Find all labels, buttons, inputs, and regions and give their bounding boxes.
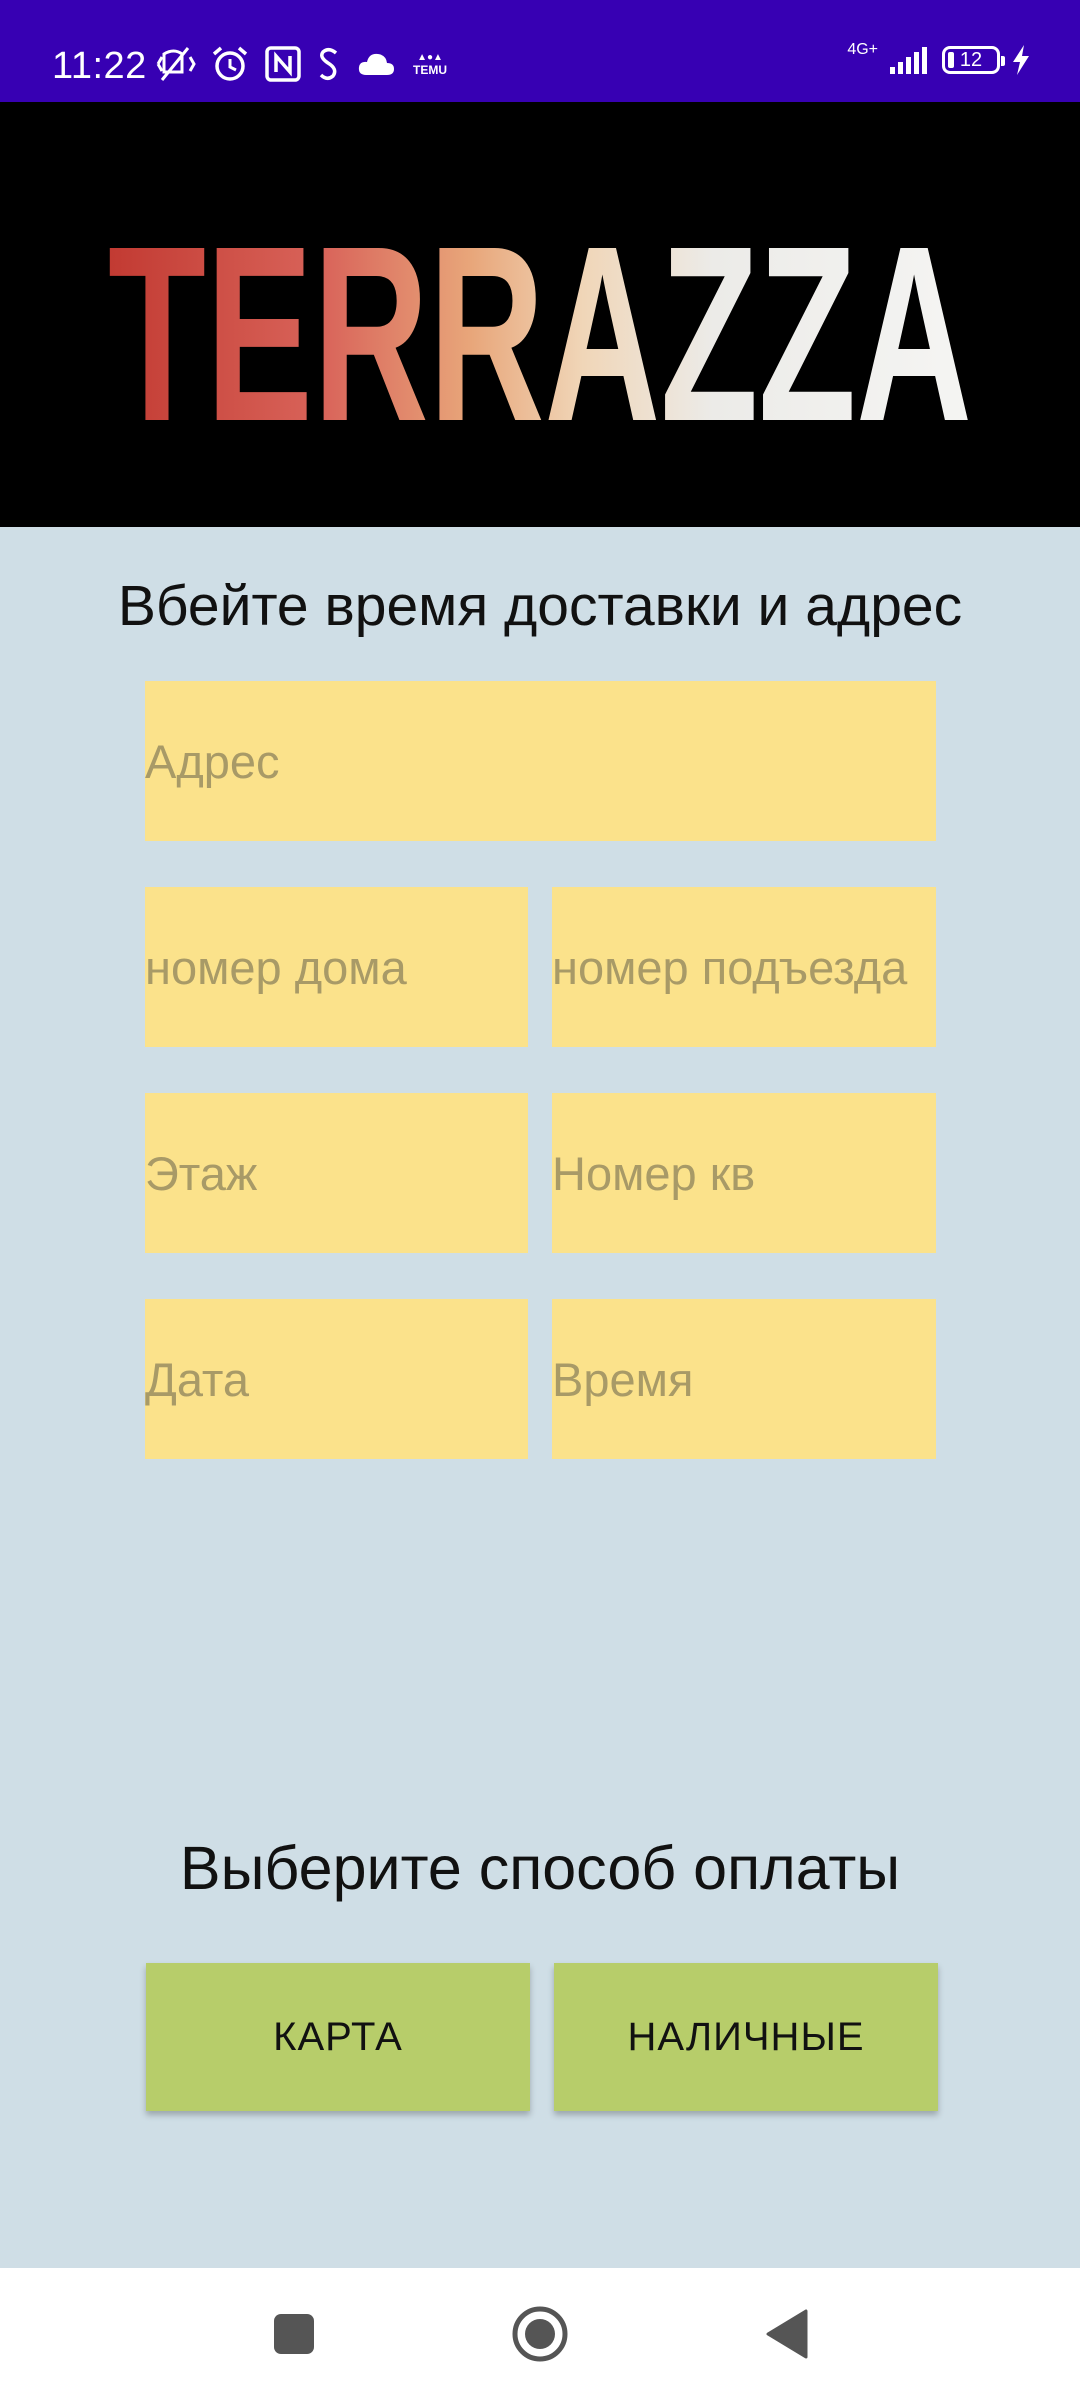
house-number-input[interactable] [145, 887, 528, 1047]
status-icons-right: 4G+ 12 [847, 41, 1032, 76]
recent-apps-icon [274, 2314, 314, 2354]
back-button[interactable] [726, 2268, 846, 2400]
delivery-screen: 11:22 ▲●▲ TEMU 4G+ 12 TERRAZZA Вбейте вр… [0, 0, 1080, 2400]
date-input[interactable] [145, 1299, 528, 1459]
delivery-heading: Вбейте время доставки и адрес [117, 574, 963, 638]
signal-icon [890, 47, 927, 74]
logo-text: TERRAZZA [108, 194, 972, 473]
entrance-number-input[interactable] [552, 887, 936, 1047]
temu-icon: ▲●▲ TEMU [410, 52, 450, 76]
header-banner: TERRAZZA [0, 102, 1080, 527]
nfc-icon [265, 46, 301, 82]
card-payment-button[interactable]: КАРТА [146, 1963, 530, 2111]
status-icons-left: ▲●▲ TEMU [152, 44, 450, 84]
sim-icon [319, 48, 338, 80]
navigation-bar [0, 2268, 1080, 2400]
status-bar: 11:22 ▲●▲ TEMU 4G+ 12 [0, 0, 1080, 102]
recent-apps-button[interactable] [234, 2268, 354, 2400]
cash-payment-button[interactable]: НАЛИЧНЫЕ [554, 1963, 938, 2111]
payment-heading: Выберите способ оплаты [179, 1834, 901, 1902]
battery-level: 12 [959, 49, 983, 71]
apartment-number-input[interactable] [552, 1093, 936, 1253]
status-time: 11:22 [52, 45, 147, 87]
home-icon [512, 2306, 568, 2362]
cloud-icon [358, 53, 394, 75]
temu-label: TEMU [413, 63, 447, 77]
battery-icon: 12 [942, 46, 1005, 74]
alarm-icon [212, 46, 248, 81]
mute-vibrate-icon [156, 47, 196, 81]
back-icon [766, 2309, 808, 2359]
time-input[interactable] [552, 1299, 936, 1459]
charging-icon [1013, 45, 1029, 75]
floor-input[interactable] [145, 1093, 528, 1253]
address-input[interactable] [145, 681, 936, 841]
home-button[interactable] [480, 2268, 600, 2400]
network-type-label: 4G+ [847, 41, 878, 58]
restaurant-logo: TERRAZZA [108, 194, 972, 473]
